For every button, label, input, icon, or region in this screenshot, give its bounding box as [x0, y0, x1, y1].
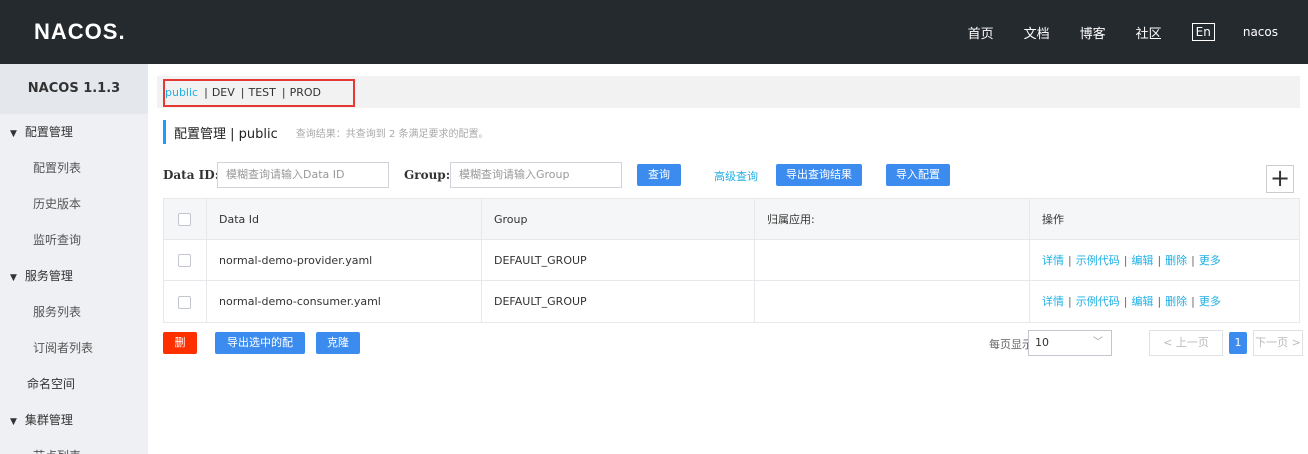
- edit-link[interactable]: 编辑: [1131, 254, 1153, 267]
- header-dataid: Data Id: [207, 198, 482, 240]
- sidebar-item-subscribers[interactable]: 订阅者列表: [0, 330, 148, 366]
- detail-link[interactable]: 详情: [1042, 254, 1064, 267]
- caret-down-icon: ▼: [10, 273, 17, 283]
- filter-bar: Data ID: 模糊查询请输入Data ID Group: 模糊查询请输入Gr…: [163, 162, 1303, 188]
- header-ops: 操作: [1042, 212, 1064, 226]
- more-link[interactable]: 更多: [1199, 254, 1221, 267]
- nav-community[interactable]: 社区: [1136, 23, 1162, 42]
- cell-app: [755, 281, 1030, 322]
- select-all-checkbox[interactable]: [178, 213, 191, 226]
- more-link[interactable]: 更多: [1199, 295, 1221, 308]
- separator: |: [1157, 253, 1162, 267]
- separator: |: [1123, 253, 1128, 267]
- edit-link[interactable]: 编辑: [1131, 295, 1153, 308]
- chevron-down-icon: ﹀: [1093, 337, 1103, 348]
- cell-group: DEFAULT_GROUP: [482, 281, 755, 322]
- row-checkbox[interactable]: [178, 295, 191, 309]
- advanced-query-link[interactable]: 高级查询: [714, 168, 758, 184]
- dataid-label: Data ID:: [163, 168, 220, 182]
- page-size-value: 10: [1035, 336, 1049, 349]
- query-button[interactable]: 查询: [637, 164, 681, 186]
- export-query-button[interactable]: 导出查询结果: [776, 164, 862, 186]
- sidebar: NACOS 1.1.3 ▼ 配置管理 配置列表 历史版本 监听查询 ▼ 服务管理 服…: [0, 64, 148, 454]
- user-menu[interactable]: nacos: [1243, 25, 1278, 39]
- sidebar-item-nodes[interactable]: 节点列表: [0, 438, 148, 454]
- table-row: normal-demo-consumer.yaml DEFAULT_GROUP …: [164, 281, 1299, 322]
- bottom-action-bar: 删除 导出选中的配置 克隆 每页显示: 10 ﹀ < 上一页 1 下一页 >: [163, 330, 1303, 371]
- current-page-button[interactable]: 1: [1229, 332, 1247, 354]
- separator: |: [1191, 295, 1195, 308]
- delete-link[interactable]: 删除: [1165, 295, 1187, 308]
- group-input[interactable]: 模糊查询请输入Group: [450, 162, 622, 188]
- prev-page-button[interactable]: < 上一页: [1149, 330, 1223, 356]
- nav-blog[interactable]: 博客: [1080, 23, 1106, 42]
- import-config-button[interactable]: 导入配置: [886, 164, 950, 186]
- nav-home[interactable]: 首页: [968, 23, 994, 42]
- sidebar-item-namespace[interactable]: 命名空间: [0, 366, 148, 402]
- sidebar-group-label: 服务管理: [24, 269, 73, 283]
- separator: |: [1157, 295, 1162, 308]
- config-table: Data Id Group 归属应用: 操作 normal-demo-provi…: [163, 198, 1300, 323]
- sidebar-group-label: 配置管理: [24, 125, 73, 139]
- sample-code-link[interactable]: 示例代码: [1076, 295, 1120, 308]
- sidebar-item-listener-query[interactable]: 监听查询: [0, 222, 148, 258]
- sidebar-group-cluster[interactable]: ▼ 集群管理: [0, 402, 148, 438]
- language-switch-button[interactable]: En: [1191, 23, 1215, 41]
- table-header-row: Data Id Group 归属应用: 操作: [164, 198, 1299, 240]
- sidebar-version: NACOS 1.1.3: [0, 64, 148, 114]
- separator: |: [1068, 295, 1072, 308]
- query-result-text: 查询结果：共查询到 2 条满足要求的配置。: [295, 128, 489, 140]
- sidebar-group-service[interactable]: ▼ 服务管理: [0, 258, 148, 294]
- cell-ops: 详情 | 示例代码 | 编辑 | 删除 | 更多: [1030, 281, 1299, 322]
- top-bar: NACOS. 首页 文档 博客 社区 En nacos: [0, 0, 1308, 64]
- page-title: 配置管理 | public: [174, 126, 278, 142]
- cell-dataid: normal-demo-consumer.yaml: [207, 281, 482, 322]
- page-header: 配置管理 | public 查询结果：共查询到 2 条满足要求的配置。: [163, 120, 489, 144]
- nacos-logo[interactable]: NACOS.: [34, 19, 126, 45]
- sample-code-link[interactable]: 示例代码: [1076, 254, 1120, 267]
- cell-group: DEFAULT_GROUP: [482, 239, 755, 281]
- header-app: 归属应用:: [755, 198, 1030, 240]
- top-nav: 首页 文档 博客 社区 En nacos: [968, 0, 1308, 64]
- separator: |: [1068, 253, 1072, 267]
- page-size-select[interactable]: 10 ﹀: [1028, 330, 1112, 356]
- clone-button[interactable]: 克隆: [316, 332, 360, 354]
- separator: |: [1123, 295, 1128, 308]
- highlight-box: [163, 79, 355, 107]
- cell-ops: 详情 | 示例代码 | 编辑 | 删除 | 更多: [1030, 240, 1299, 281]
- next-page-button[interactable]: 下一页 >: [1253, 330, 1303, 356]
- dataid-input[interactable]: 模糊查询请输入Data ID: [217, 162, 389, 188]
- separator: |: [1191, 253, 1195, 267]
- table-row: normal-demo-provider.yaml DEFAULT_GROUP …: [164, 239, 1299, 281]
- sidebar-group-config[interactable]: ▼ 配置管理: [0, 114, 148, 150]
- delete-button[interactable]: 删除: [163, 332, 197, 371]
- sidebar-item-history[interactable]: 历史版本: [0, 186, 148, 222]
- cell-app: [755, 239, 1030, 281]
- sidebar-item-service-list[interactable]: 服务列表: [0, 294, 148, 330]
- group-label: Group:: [404, 168, 451, 182]
- select-all-cell: [164, 198, 207, 240]
- delete-link[interactable]: 删除: [1165, 254, 1187, 267]
- row-select-cell: [164, 281, 207, 322]
- export-selected-button[interactable]: 导出选中的配置: [215, 332, 305, 371]
- cell-dataid: normal-demo-provider.yaml: [207, 239, 482, 281]
- row-checkbox[interactable]: [178, 254, 191, 267]
- nav-docs[interactable]: 文档: [1024, 23, 1050, 42]
- row-select-cell: [164, 239, 207, 281]
- header-group: Group: [482, 198, 755, 240]
- sidebar-item-config-list[interactable]: 配置列表: [0, 150, 148, 186]
- caret-down-icon: ▼: [10, 129, 17, 139]
- sidebar-group-label: 集群管理: [24, 413, 73, 427]
- detail-link[interactable]: 详情: [1042, 295, 1064, 308]
- add-config-icon[interactable]: +: [1266, 165, 1294, 193]
- caret-down-icon: ▼: [10, 417, 17, 427]
